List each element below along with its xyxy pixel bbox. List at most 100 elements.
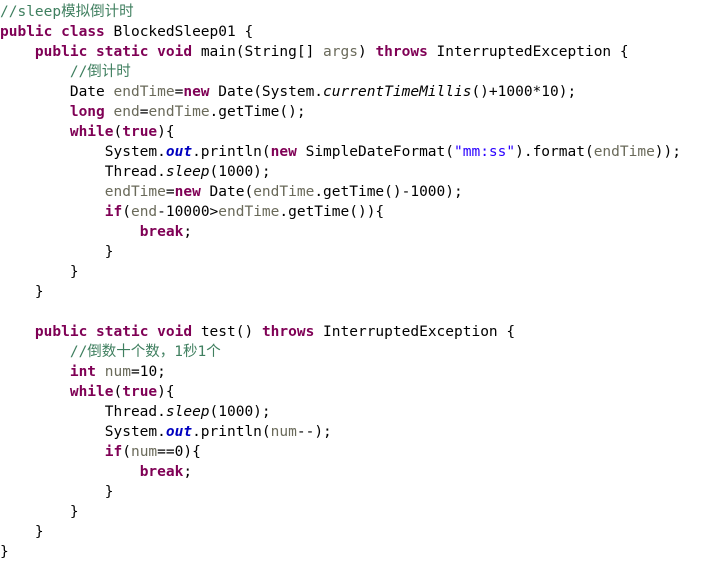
code-token-plain: Date( xyxy=(200,184,254,200)
code-line: } xyxy=(0,262,707,282)
code-token-plain: InterruptedException { xyxy=(427,44,629,60)
code-token-plain: (1000); xyxy=(209,404,271,420)
code-line: Date endTime=new Date(System.currentTime… xyxy=(0,82,707,102)
code-token-keyword: while xyxy=(69,124,114,140)
code-token-plain: InterruptedException { xyxy=(314,324,516,340)
code-token-plain: Thread. xyxy=(104,164,166,180)
code-token-keyword: static xyxy=(96,44,149,60)
code-line: ​ xyxy=(0,302,707,322)
code-token-plain: } xyxy=(34,524,44,540)
code-token-plain: System. xyxy=(104,144,166,160)
code-token-plain: System. xyxy=(104,424,166,440)
code-line: public class BlockedSleep01 { xyxy=(0,22,707,42)
code-token-plain: .println( xyxy=(192,144,271,160)
code-token-var: num xyxy=(130,444,158,460)
code-editor-content[interactable]: //sleep模拟倒计时 public class BlockedSleep01 … xyxy=(0,0,707,562)
code-token-static: out xyxy=(165,144,193,160)
code-token-plain: .getTime()){ xyxy=(279,204,385,220)
code-line: while(true){ xyxy=(0,382,707,402)
code-token-keyword: long xyxy=(69,104,105,120)
code-token-keyword: new xyxy=(183,84,210,100)
code-token-var: endTime xyxy=(104,184,166,200)
code-token-keyword: if xyxy=(104,204,123,220)
code-line: Thread.sleep(1000); xyxy=(0,162,707,182)
code-line: endTime=new Date(endTime.getTime()-1000)… xyxy=(0,182,707,202)
code-token-plain: =10; xyxy=(130,364,166,380)
code-token-comment: //sleep模拟倒计时 xyxy=(0,4,134,20)
code-token-plain: )); xyxy=(654,144,681,160)
code-token-var: endTime xyxy=(113,84,175,100)
code-token-plain: Date(System. xyxy=(209,84,324,100)
code-line: if(num==0){ xyxy=(0,442,707,462)
code-token-plain: ){ xyxy=(157,124,175,140)
code-token-var: args xyxy=(323,44,358,60)
code-token-plain: ==0){ xyxy=(157,444,201,460)
code-line: long end=endTime.getTime(); xyxy=(0,102,707,122)
code-token-plain: ).format( xyxy=(515,144,594,160)
code-token-keyword: true xyxy=(122,384,158,400)
code-line: System.out.println(num--); xyxy=(0,422,707,442)
code-token-var: endTime xyxy=(148,104,210,120)
code-token-keyword: while xyxy=(69,384,114,400)
code-token-keyword: public xyxy=(34,44,88,60)
code-line: break; xyxy=(0,222,707,242)
code-line: } xyxy=(0,542,707,562)
code-token-var: endTime xyxy=(218,204,280,220)
code-token-plain: -10000> xyxy=(157,204,219,220)
code-token-plain: ( xyxy=(122,444,131,460)
code-token-plain: --); xyxy=(296,424,332,440)
code-token-plain: .getTime(); xyxy=(209,104,306,120)
code-token-keyword: class xyxy=(61,24,105,40)
code-line: //倒数十个数，1秒1个 xyxy=(0,342,707,362)
code-line: //倒计时 xyxy=(0,62,707,82)
code-token-plain: } xyxy=(0,544,9,560)
code-token-staticm: currentTimeMillis xyxy=(323,84,472,100)
code-token-plain: Date xyxy=(69,84,114,100)
code-token-plain: ){ xyxy=(157,384,175,400)
code-line: break; xyxy=(0,462,707,482)
code-line: Thread.sleep(1000); xyxy=(0,402,707,422)
code-token-var: endTime xyxy=(253,184,315,200)
code-token-keyword: true xyxy=(122,124,158,140)
code-token-keyword: public xyxy=(0,24,53,40)
code-line: //sleep模拟倒计时 xyxy=(0,2,707,22)
code-line: public static void main(String[] args) t… xyxy=(0,42,707,62)
code-token-plain: ) xyxy=(357,44,376,60)
code-token-keyword: new xyxy=(270,144,297,160)
code-token-keyword: break xyxy=(139,464,184,480)
code-token-plain: } xyxy=(34,284,44,300)
code-token-plain: ( xyxy=(113,384,123,400)
code-token-comment: //倒数十个数，1秒1个 xyxy=(69,344,221,360)
code-line: while(true){ xyxy=(0,122,707,142)
code-line: } xyxy=(0,242,707,262)
code-token-plain: BlockedSleep01 { xyxy=(104,24,254,40)
code-token-var: endTime xyxy=(593,144,655,160)
code-token-keyword: int xyxy=(69,364,97,380)
code-token-plain: (1000); xyxy=(209,164,271,180)
code-token-comment: //倒计时 xyxy=(69,64,131,80)
code-token-plain: ; xyxy=(183,224,193,240)
code-line: } xyxy=(0,482,707,502)
